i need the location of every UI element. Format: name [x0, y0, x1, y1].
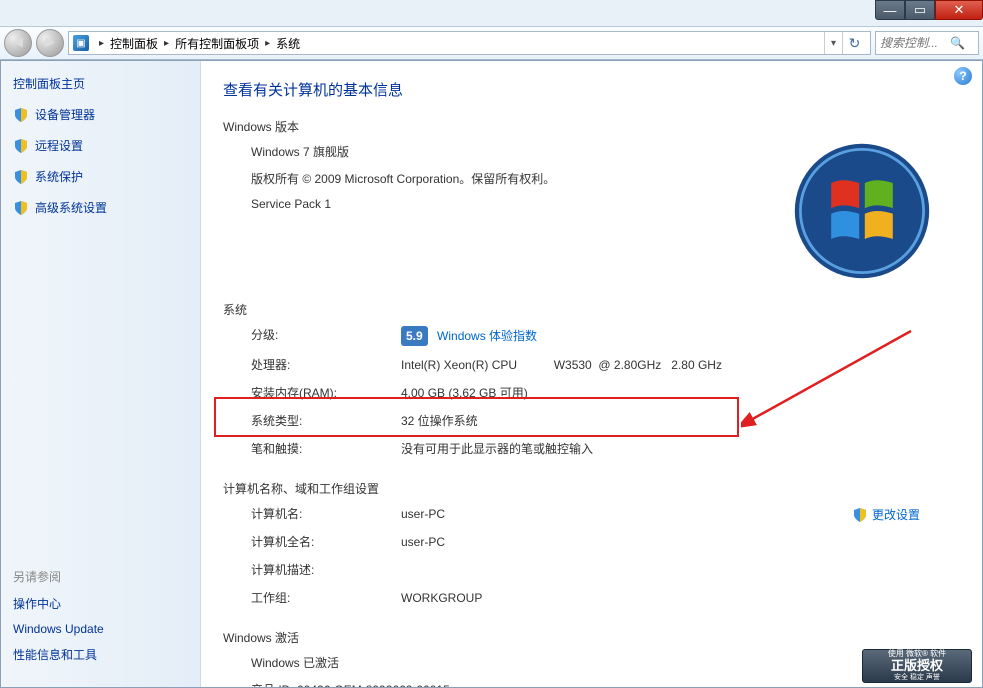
sidebar-link-remote[interactable]: 远程设置: [13, 137, 188, 154]
section-header-activation: Windows 激活: [223, 629, 960, 646]
processor-label: 处理器:: [251, 356, 401, 374]
full-name-label: 计算机全名:: [251, 533, 401, 551]
shield-icon: [13, 138, 29, 154]
breadcrumb-system[interactable]: 系统: [276, 35, 300, 52]
wei-link[interactable]: Windows 体验指数: [437, 329, 537, 343]
shield-icon: [13, 107, 29, 123]
change-settings-link[interactable]: 更改设置: [852, 506, 920, 523]
system-type-label: 系统类型:: [251, 412, 401, 430]
back-button[interactable]: ◄: [4, 29, 32, 57]
sidebar-also-performance[interactable]: 性能信息和工具: [13, 646, 188, 663]
chevron-right-icon: ▸: [164, 38, 169, 49]
system-type-value: 32 位操作系统: [401, 412, 960, 430]
search-input[interactable]: [880, 36, 950, 50]
workgroup-value: WORKGROUP: [401, 589, 960, 607]
ram-value: 4.00 GB (3.62 GB 可用): [401, 384, 960, 402]
shield-icon: [13, 169, 29, 185]
full-name-value: user-PC: [401, 533, 960, 551]
genuine-big: 正版授权: [891, 660, 943, 672]
pen-touch-value: 没有可用于此显示器的笔或触控输入: [401, 440, 960, 458]
workgroup-label: 工作组:: [251, 589, 401, 607]
ram-label: 安装内存(RAM):: [251, 384, 401, 402]
forward-button[interactable]: ►: [36, 29, 64, 57]
sidebar-link-label: 设备管理器: [35, 106, 95, 123]
description-label: 计算机描述:: [251, 561, 401, 579]
search-icon: 🔍: [950, 36, 965, 50]
section-computer: 计算机名称、域和工作组设置 更改设置 计算机名:user-PC 计算机全名:us…: [223, 480, 960, 607]
shield-icon: [852, 507, 868, 523]
sidebar-link-label: 远程设置: [35, 137, 83, 154]
navigation-bar: ◄ ► ▣ ▸ 控制面板 ▸ 所有控制面板项 ▸ 系统 ▾ ↻ 🔍: [0, 26, 983, 60]
breadcrumb-all-items[interactable]: 所有控制面板项: [175, 35, 259, 52]
section-header-edition: Windows 版本: [223, 118, 960, 135]
maximize-button[interactable]: ▭: [905, 0, 935, 20]
sidebar-link-advanced[interactable]: 高级系统设置: [13, 199, 188, 216]
sidebar-also-title: 另请参阅: [13, 568, 188, 585]
close-button[interactable]: ✕: [935, 0, 983, 20]
rating-label: 分级:: [251, 326, 401, 346]
windows-logo-icon: [792, 141, 932, 281]
sidebar-link-label: 系统保护: [35, 168, 83, 185]
pen-touch-label: 笔和触摸:: [251, 440, 401, 458]
address-dropdown-button[interactable]: ▾: [824, 32, 842, 54]
address-bar[interactable]: ▣ ▸ 控制面板 ▸ 所有控制面板项 ▸ 系统 ▾ ↻: [68, 31, 871, 55]
system-icon: ▣: [73, 35, 89, 51]
processor-value: Intel(R) Xeon(R) CPU W3530 @ 2.80GHz 2.8…: [401, 356, 960, 374]
sidebar-also-windows-update[interactable]: Windows Update: [13, 622, 188, 636]
sidebar-link-label: 高级系统设置: [35, 199, 107, 216]
minimize-button[interactable]: —: [875, 0, 905, 20]
section-activation: Windows 激活 Windows 已激活 产品 ID: 00426-OEM-…: [223, 629, 960, 687]
product-id: 产品 ID: 00426-OEM-8992662-00015: [251, 681, 960, 687]
sidebar-also-action-center[interactable]: 操作中心: [13, 595, 188, 612]
genuine-sub: 安全 稳定 声誉: [894, 672, 940, 684]
shield-icon: [13, 200, 29, 216]
genuine-badge[interactable]: 使用 微软® 软件 正版授权 安全 稳定 声誉: [862, 649, 972, 683]
help-button[interactable]: ?: [954, 67, 972, 85]
sidebar: 控制面板主页 设备管理器 远程设置 系统保护 高级系统设置 另请参阅 操作中心 …: [1, 61, 201, 687]
page-title: 查看有关计算机的基本信息: [223, 79, 960, 100]
breadcrumb-control-panel[interactable]: 控制面板: [110, 35, 158, 52]
sidebar-link-protection[interactable]: 系统保护: [13, 168, 188, 185]
description-value: [401, 561, 960, 579]
chevron-right-icon: ▸: [99, 38, 104, 49]
sidebar-link-device-manager[interactable]: 设备管理器: [13, 106, 188, 123]
computer-name-label: 计算机名:: [251, 505, 401, 523]
activation-status: Windows 已激活: [251, 654, 960, 671]
section-header-computer: 计算机名称、域和工作组设置: [223, 480, 960, 497]
content-area: ? 查看有关计算机的基本信息 Windows 版本 Windows 7 旗舰版 …: [201, 61, 982, 687]
refresh-button[interactable]: ↻: [842, 32, 866, 54]
wei-score-badge: 5.9: [401, 326, 428, 346]
section-header-system: 系统: [223, 301, 960, 318]
chevron-right-icon: ▸: [265, 38, 270, 49]
search-box[interactable]: 🔍: [875, 31, 979, 55]
sidebar-home-link[interactable]: 控制面板主页: [13, 75, 188, 92]
section-system: 系统 分级: 5.9 Windows 体验指数 处理器:Intel(R) Xeo…: [223, 301, 960, 458]
